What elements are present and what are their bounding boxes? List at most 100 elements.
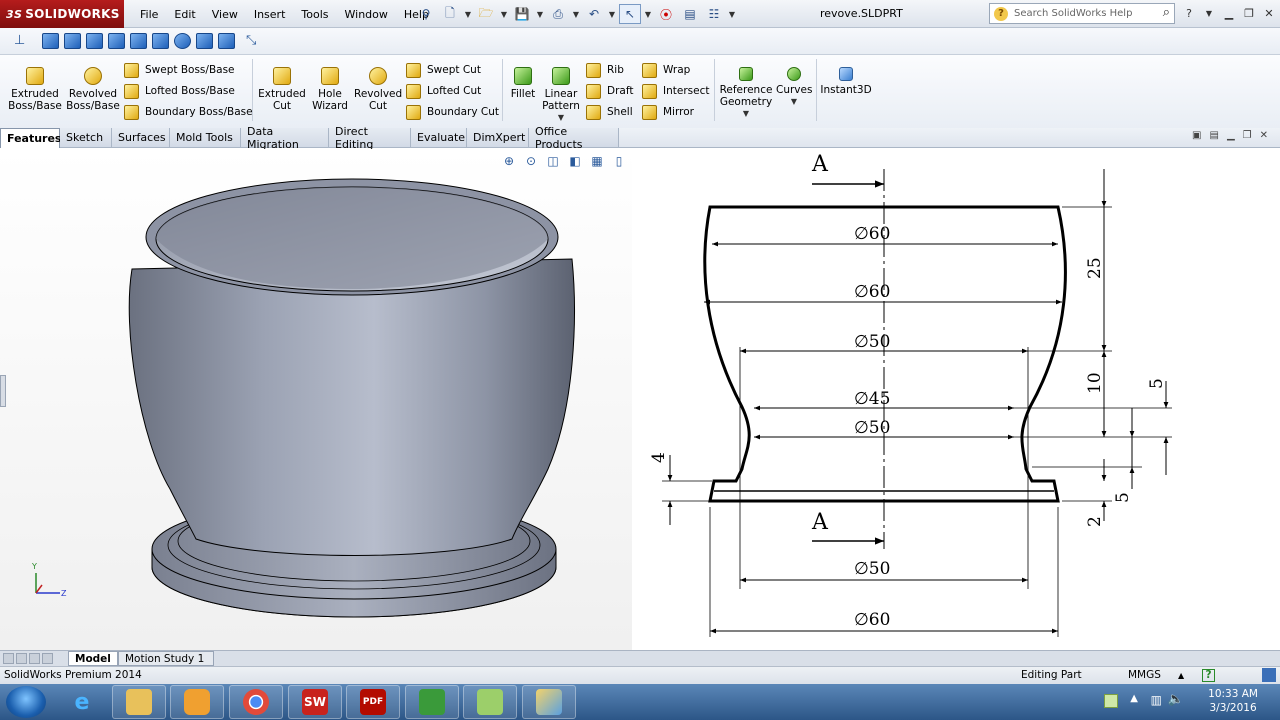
units-arrow-icon[interactable]: ▲	[1178, 671, 1184, 680]
linear-pattern-dropdown-icon[interactable]: ▼	[540, 112, 582, 124]
network-icon[interactable]: ▥	[1151, 693, 1162, 707]
tray-expand-icon[interactable]: ▲	[1130, 693, 1138, 704]
scroll-prev-icon[interactable]	[16, 653, 27, 664]
help-search-box[interactable]: ? Search SolidWorks Help ⌕	[989, 3, 1175, 24]
volume-icon[interactable]: 🔈	[1168, 692, 1184, 707]
hole-wizard-button[interactable]: Hole Wizard	[308, 63, 352, 112]
unit-system[interactable]: MMGS	[1128, 669, 1161, 681]
tab-motion-study[interactable]: Motion Study 1	[118, 651, 214, 666]
undo-dropdown-icon[interactable]: ▼	[607, 4, 617, 24]
view-cube-icon-4[interactable]	[108, 33, 125, 49]
reference-geometry-button[interactable]: Reference Geometry ▼	[718, 63, 774, 120]
undo-icon[interactable]: ↶	[583, 4, 605, 24]
view-cube-icon-2[interactable]	[64, 33, 81, 49]
tab-office-products[interactable]: Office Products	[529, 125, 619, 151]
scroll-next-icon[interactable]	[29, 653, 40, 664]
file-properties-icon[interactable]: ▤	[679, 4, 701, 24]
media-player-icon[interactable]	[170, 685, 224, 719]
section-view-icon[interactable]: ◧	[566, 152, 584, 170]
open-dropdown-icon[interactable]: ▼	[499, 4, 509, 24]
tab-dimxpert[interactable]: DimXpert	[467, 128, 529, 147]
doc-close-icon[interactable]: ✕	[1260, 130, 1268, 141]
previous-view-icon[interactable]: ◫	[544, 152, 562, 170]
help-status-icon[interactable]: ?	[1202, 669, 1215, 682]
swept-cut-button[interactable]: Swept Cut	[406, 61, 481, 79]
view-cube-icon-8[interactable]	[196, 33, 213, 49]
display-style-icon[interactable]: ▯	[610, 152, 628, 170]
curves-button[interactable]: Curves ▼	[776, 63, 812, 108]
close-icon[interactable]: ✕	[1260, 4, 1278, 22]
notes-app-icon[interactable]	[463, 685, 517, 719]
tab-data-migration[interactable]: Data Migration	[241, 125, 329, 151]
draft-button[interactable]: Draft	[586, 82, 633, 100]
pin-icon[interactable]: ⚲	[415, 4, 437, 24]
tab-features[interactable]: Features	[0, 128, 61, 148]
instant3d-button[interactable]: Instant3D	[820, 63, 872, 96]
save-icon[interactable]: 💾	[511, 4, 533, 24]
cascade-icon[interactable]: ▤	[1209, 130, 1218, 141]
file-explorer-icon[interactable]	[112, 685, 166, 719]
options-icon[interactable]: ☷	[703, 4, 725, 24]
camera-recorder-icon[interactable]	[405, 685, 459, 719]
chrome-icon[interactable]	[229, 685, 283, 719]
scroll-last-icon[interactable]	[42, 653, 53, 664]
curves-dropdown-icon[interactable]: ▼	[776, 96, 812, 108]
search-icon[interactable]: ⌕	[1163, 5, 1170, 20]
minimize-icon[interactable]: ▁	[1220, 4, 1238, 22]
open-folder-icon[interactable]: 🗁	[475, 4, 497, 24]
new-dropdown-icon[interactable]: ▼	[463, 4, 473, 24]
reference-geometry-dropdown-icon[interactable]: ▼	[718, 108, 774, 120]
boundary-cut-button[interactable]: Boundary Cut	[406, 103, 499, 121]
options-dropdown-icon[interactable]: ▼	[727, 4, 737, 24]
print-icon[interactable]: ⎙	[547, 4, 569, 24]
paint-icon[interactable]	[522, 685, 576, 719]
tab-sketch[interactable]: Sketch	[60, 128, 112, 147]
acrobat-icon[interactable]: PDF	[346, 685, 400, 719]
menu-file[interactable]: File	[132, 8, 166, 21]
menu-insert[interactable]: Insert	[246, 8, 294, 21]
status-grip-icon[interactable]	[1262, 668, 1276, 682]
start-button-icon[interactable]	[6, 686, 46, 718]
view-cube-icon-7[interactable]	[174, 33, 191, 49]
normal-to-icon[interactable]: ⤡	[246, 33, 263, 49]
tile-icon[interactable]: ▣	[1192, 130, 1201, 141]
zoom-to-fit-icon[interactable]: ⊕	[500, 152, 518, 170]
menu-edit[interactable]: Edit	[166, 8, 203, 21]
help-dropdown-icon[interactable]: ▼	[1200, 4, 1218, 22]
revolved-boss-button[interactable]: Revolved Boss/Base	[66, 63, 120, 112]
fillet-button[interactable]: Fillet	[508, 63, 538, 100]
orientation-icon[interactable]: ⊥	[14, 33, 31, 49]
select-dropdown-icon[interactable]: ▼	[643, 4, 653, 24]
linear-pattern-button[interactable]: Linear Pattern ▼	[540, 63, 582, 124]
menu-window[interactable]: Window	[337, 8, 396, 21]
view-cube-icon-9[interactable]	[218, 33, 235, 49]
tab-evaluate[interactable]: Evaluate	[411, 128, 467, 147]
boundary-boss-button[interactable]: Boundary Boss/Base	[124, 103, 253, 121]
restore-icon[interactable]: ❐	[1240, 4, 1258, 22]
wrap-button[interactable]: Wrap	[642, 61, 690, 79]
doc-minimize-icon[interactable]: ▁	[1227, 130, 1235, 141]
menu-view[interactable]: View	[204, 8, 246, 21]
swept-boss-button[interactable]: Swept Boss/Base	[124, 61, 235, 79]
tab-surfaces[interactable]: Surfaces	[112, 128, 170, 147]
tab-model[interactable]: Model	[68, 651, 118, 666]
tab-direct-editing[interactable]: Direct Editing	[329, 125, 411, 151]
lofted-boss-button[interactable]: Lofted Boss/Base	[124, 82, 235, 100]
new-document-icon[interactable]: 🗋	[439, 4, 461, 24]
doc-restore-icon[interactable]: ❐	[1243, 130, 1252, 141]
view-cube-icon-1[interactable]	[42, 33, 59, 49]
zoom-to-area-icon[interactable]: ⊙	[522, 152, 540, 170]
view-cube-icon-3[interactable]	[86, 33, 103, 49]
system-clock[interactable]: 10:33 AM 3/3/2016	[1208, 687, 1258, 715]
model-view[interactable]: ⊕ ⊙ ◫ ◧ ▦ ▯ Y Z	[0, 149, 632, 650]
rib-button[interactable]: Rib	[586, 61, 624, 79]
rebuild-traffic-light-icon[interactable]: ⦿	[655, 4, 677, 24]
view-orientation-icon[interactable]: ▦	[588, 152, 606, 170]
shell-button[interactable]: Shell	[586, 103, 633, 121]
search-input[interactable]: Search SolidWorks Help	[1014, 8, 1132, 19]
mirror-button[interactable]: Mirror	[642, 103, 694, 121]
tray-notes-icon[interactable]	[1104, 694, 1118, 708]
select-cursor-icon[interactable]: ↖	[619, 4, 641, 24]
print-dropdown-icon[interactable]: ▼	[571, 4, 581, 24]
solidworks-taskbar-icon[interactable]: SW	[288, 685, 342, 719]
